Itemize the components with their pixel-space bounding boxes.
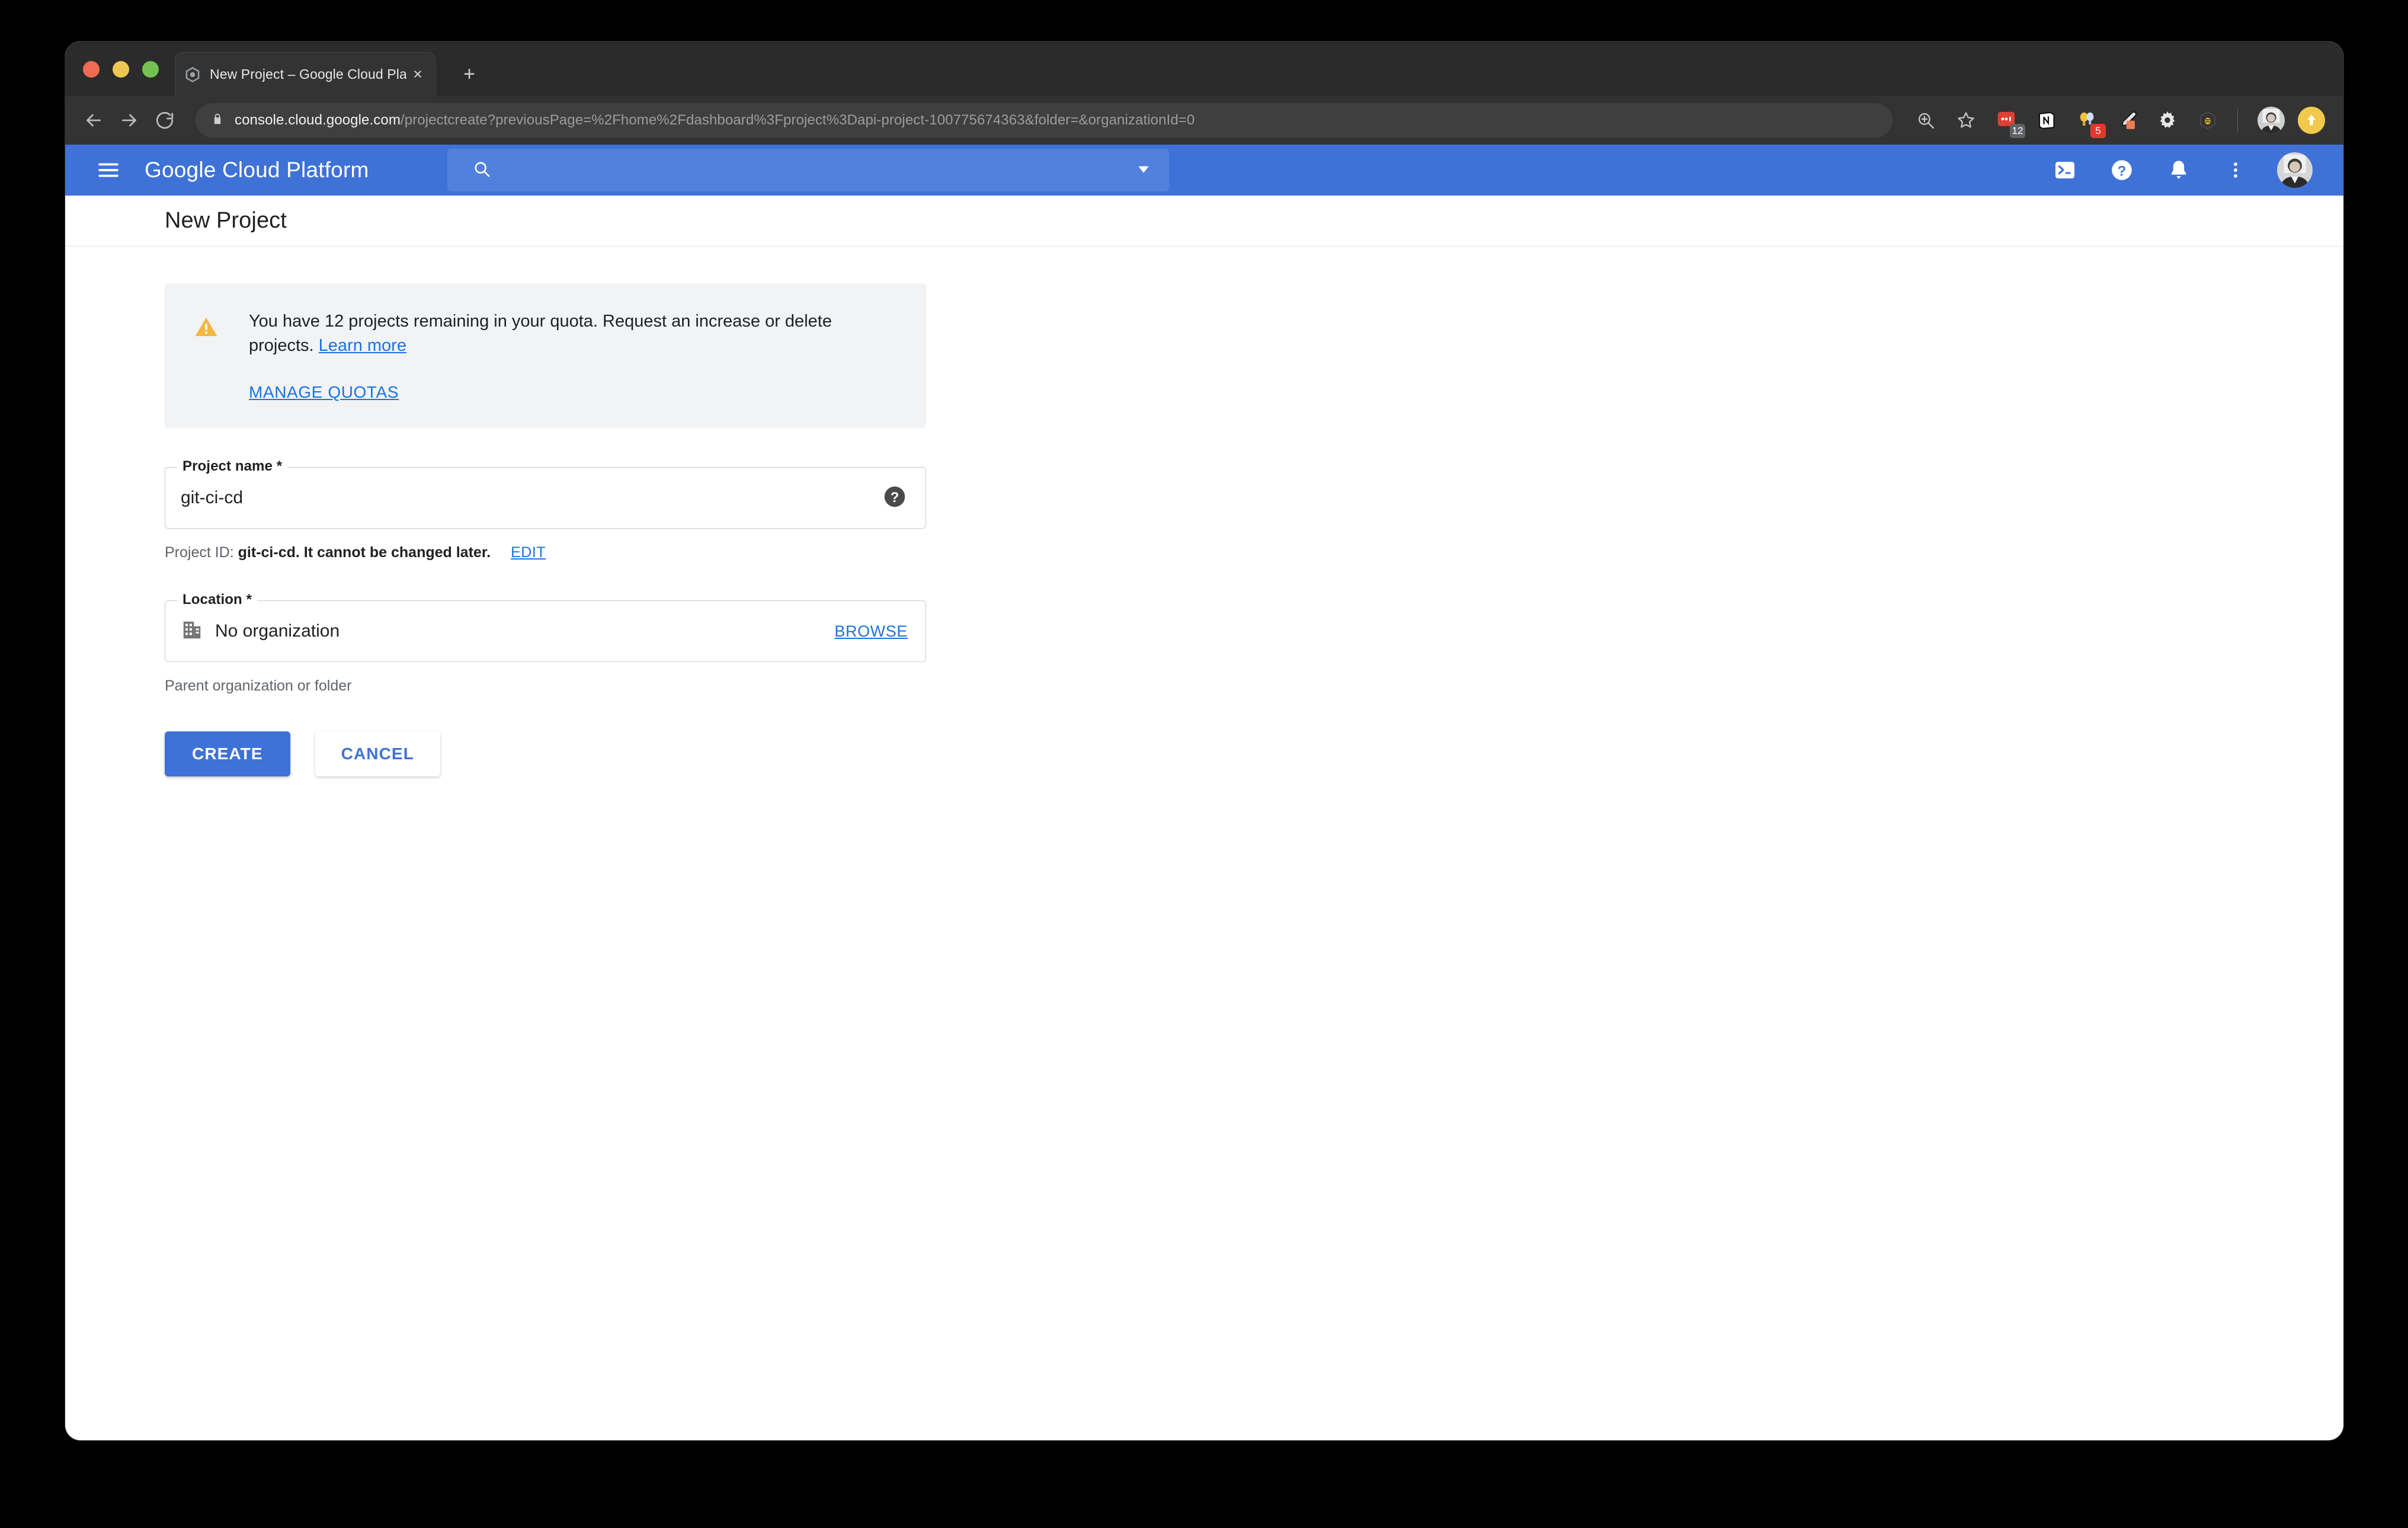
location-field[interactable]: Location * No organization BROWSE (165, 592, 926, 663)
avatar[interactable] (2277, 152, 2313, 188)
more-vert-icon[interactable] (2220, 155, 2251, 186)
project-name-label: Project name * (177, 458, 288, 475)
minimize-window-button[interactable] (113, 61, 129, 78)
bee-extension-icon[interactable] (2191, 104, 2224, 137)
create-button[interactable]: CREATE (165, 731, 290, 777)
quota-notice-content: You have 12 projects remaining in your q… (249, 309, 847, 402)
browser-tab-strip: New Project – Google Cloud Plat × + (65, 41, 2343, 96)
zoom-icon[interactable] (1909, 104, 1942, 137)
lock-icon (211, 113, 224, 129)
project-id-hint: Project ID: git-ci-cd. It cannot be chan… (165, 544, 2343, 561)
gear-extension-icon[interactable] (2151, 104, 2184, 137)
chevron-down-icon[interactable] (1136, 161, 1151, 180)
help-circle-icon[interactable]: ? (882, 484, 908, 513)
close-icon[interactable]: × (409, 66, 427, 82)
page-title: New Project (165, 208, 287, 233)
new-tab-button[interactable]: + (456, 62, 482, 88)
gcp-hexagon-icon (184, 66, 201, 84)
svg-text:?: ? (891, 490, 899, 506)
browser-window: New Project – Google Cloud Plat × + cons… (65, 41, 2343, 1440)
close-window-button[interactable] (83, 61, 100, 78)
url-host: console.cloud.google.com (235, 112, 401, 128)
gcp-header-actions: ? (2050, 152, 2326, 188)
svg-text:?: ? (2118, 164, 2126, 179)
maximize-window-button[interactable] (142, 61, 159, 78)
gcp-product-name[interactable]: Google Cloud Platform (145, 158, 369, 183)
notion-extension-icon[interactable] (2030, 104, 2063, 137)
quota-notice-text: You have 12 projects remaining in your q… (249, 309, 847, 358)
project-id-value: git-ci-cd (238, 544, 296, 561)
project-id-suffix: . It cannot be changed later. (295, 544, 491, 561)
project-id-prefix: Project ID: (165, 544, 234, 561)
browser-tab-title: New Project – Google Cloud Plat (210, 66, 406, 82)
page-title-bar: New Project (65, 196, 2343, 247)
location-label: Location * (177, 592, 258, 609)
search-icon (472, 159, 491, 181)
cloud-shell-icon[interactable] (2050, 155, 2080, 186)
learn-more-link[interactable]: Learn more (319, 336, 406, 355)
url-path: /projectcreate?previousPage=%2Fhome%2Fda… (400, 112, 1195, 128)
extension-badge-count: 5 (2090, 124, 2106, 138)
window-traffic-lights (83, 61, 159, 78)
browser-tab[interactable]: New Project – Google Cloud Plat × (175, 52, 436, 96)
gcp-header-bar: Google Cloud Platform ? (65, 145, 2343, 196)
hamburger-menu-icon[interactable] (91, 153, 126, 187)
red-chat-extension-icon[interactable]: 12 (1990, 104, 2025, 138)
back-arrow-icon[interactable] (76, 103, 111, 138)
manage-quotas-link[interactable]: MANAGE QUOTAS (249, 383, 399, 402)
reload-icon[interactable] (147, 103, 182, 138)
location-value: No organization (215, 621, 340, 641)
address-bar[interactable]: console.cloud.google.com/projectcreate?p… (196, 103, 1893, 138)
url-text: console.cloud.google.com/projectcreate?p… (235, 112, 1195, 129)
browser-toolbar-actions: 12 5 (1902, 104, 2343, 138)
browser-profile-avatar[interactable] (2255, 104, 2288, 137)
update-profile-icon[interactable] (2295, 104, 2328, 137)
toolbar-divider (2237, 108, 2238, 133)
page-body: You have 12 projects remaining in your q… (65, 247, 2343, 777)
location-hint: Parent organization or folder (165, 677, 352, 695)
extension-badge-count: 12 (2010, 124, 2025, 138)
forward-arrow-icon[interactable] (111, 103, 147, 138)
quota-notice-card: You have 12 projects remaining in your q… (165, 283, 926, 429)
notifications-bell-icon[interactable] (2163, 155, 2194, 186)
browser-toolbar: console.cloud.google.com/projectcreate?p… (65, 96, 2343, 145)
gcp-search-bar[interactable] (447, 149, 1169, 191)
lightbulbs-extension-icon[interactable]: 5 (2070, 104, 2106, 138)
search-input[interactable] (507, 161, 1136, 180)
form-actions: CREATE CANCEL (165, 731, 2343, 777)
browse-location-link[interactable]: BROWSE (834, 622, 908, 641)
edit-project-id-link[interactable]: EDIT (511, 544, 546, 561)
cancel-button[interactable]: CANCEL (315, 731, 440, 777)
bookmark-star-icon[interactable] (1949, 104, 1983, 137)
eyedropper-extension-icon[interactable] (2111, 104, 2144, 137)
organization-building-icon (181, 619, 203, 644)
page-viewport: Google Cloud Platform ? New Project You … (65, 145, 2343, 1440)
help-icon[interactable]: ? (2106, 155, 2137, 186)
project-name-field[interactable]: Project name * ? (165, 458, 926, 529)
project-name-input[interactable] (181, 488, 875, 509)
warning-triangle-icon (193, 314, 219, 343)
